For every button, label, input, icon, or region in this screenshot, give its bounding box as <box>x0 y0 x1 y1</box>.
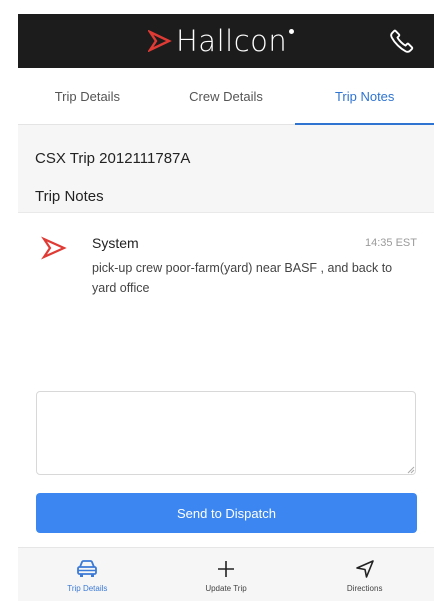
tab-bar: Trip Details Crew Details Trip Notes <box>18 68 434 125</box>
nav-trip-details[interactable]: Trip Details <box>18 548 157 601</box>
phone-call-button[interactable] <box>388 27 416 55</box>
logo-triangle-icon <box>148 30 172 52</box>
note-input[interactable] <box>36 391 416 475</box>
notes-panel: System 14:35 EST pick-up crew poor-farm(… <box>18 212 434 548</box>
plus-icon <box>218 561 234 577</box>
logo-dot <box>289 28 295 34</box>
send-to-dispatch-button[interactable]: Send to Dispatch <box>36 493 417 533</box>
tab-crew-details[interactable]: Crew Details <box>157 68 296 124</box>
nav-update-trip[interactable]: Update Trip <box>157 548 296 601</box>
note-sender: System <box>92 235 139 251</box>
nav-label: Update Trip <box>205 584 247 593</box>
tab-trip-notes[interactable]: Trip Notes <box>295 68 434 125</box>
car-icon <box>77 560 98 577</box>
tab-trip-details[interactable]: Trip Details <box>18 68 157 124</box>
trip-title: CSX Trip 2012111787A <box>35 150 191 167</box>
hallcon-logo-icon <box>41 236 67 260</box>
nav-label: Trip Details <box>67 584 108 593</box>
hallcon-logo: Hallcon <box>148 23 295 59</box>
app-screen: Hallcon Trip Details Crew Details Trip N… <box>18 14 434 601</box>
note-body: pick-up crew poor-farm(yard) near BASF ,… <box>92 261 393 295</box>
note-timestamp: 14:35 EST <box>365 237 417 249</box>
resize-grip-icon[interactable] <box>407 466 415 474</box>
bottom-nav: Trip Details Update Trip Directions <box>18 547 434 601</box>
phone-icon <box>390 29 414 53</box>
nav-directions[interactable]: Directions <box>295 548 434 601</box>
navigation-arrow-icon <box>355 560 374 578</box>
nav-label: Directions <box>346 584 383 593</box>
notes-heading: Trip Notes <box>35 188 104 205</box>
app-header: Hallcon <box>18 14 434 68</box>
brand-name: Hallcon <box>176 24 288 58</box>
